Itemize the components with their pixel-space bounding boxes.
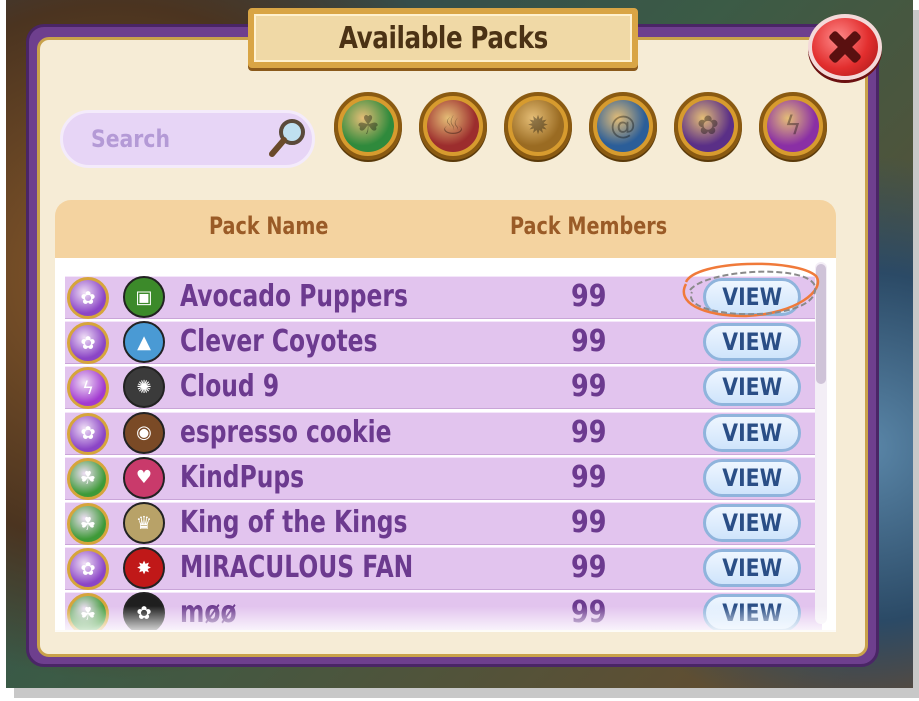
filter-lightning-button[interactable]: ϟ	[759, 92, 827, 160]
pack-member-count: 99	[571, 459, 607, 495]
pack-emblem-icon: ✿	[123, 592, 165, 630]
pack-member-count: 99	[571, 369, 607, 405]
fire-icon: ♨	[427, 100, 479, 152]
filter-water-button[interactable]: @	[589, 92, 657, 160]
pack-type-icon: ☘	[67, 593, 109, 630]
pack-name: Clever Coyotes	[180, 324, 378, 360]
pack-member-count: 99	[571, 324, 607, 360]
pack-type-icon: ✿	[67, 548, 109, 591]
table-row[interactable]: ☘ ✿ møø 99 VIEW	[65, 592, 822, 630]
table-row[interactable]: ✿ ✸ MIRACULOUS FAN 99 VIEW	[65, 547, 822, 591]
gear-icon: ✹	[512, 100, 564, 152]
pack-type-glyph: ϟ	[82, 377, 94, 399]
scrollbar[interactable]	[815, 262, 827, 624]
view-button-label: VIEW	[722, 463, 782, 492]
header-pack-name: Pack Name	[209, 212, 329, 240]
flower-icon: ✿	[682, 100, 734, 152]
pack-member-count: 99	[571, 505, 607, 540]
view-button-label: VIEW	[722, 509, 782, 537]
pack-member-count: 99	[571, 279, 607, 314]
pack-type-icon: ✿	[67, 277, 109, 319]
header-pack-members: Pack Members	[510, 212, 668, 240]
lightning-icon: ϟ	[767, 100, 819, 152]
water-glyph: @	[610, 111, 636, 141]
pack-type-icon: ✿	[67, 412, 109, 455]
view-button[interactable]: VIEW	[703, 549, 801, 588]
water-icon: @	[597, 100, 649, 152]
pack-emblem-icon: ✸	[123, 547, 165, 590]
flower-glyph: ✿	[697, 111, 719, 141]
scroll-thumb[interactable]	[816, 264, 826, 384]
view-button[interactable]: VIEW	[703, 594, 801, 630]
pack-name: KindPups	[180, 459, 305, 495]
pack-name: King of the Kings	[180, 505, 408, 540]
view-button[interactable]: VIEW	[703, 458, 801, 497]
filter-nature-button[interactable]: ☘	[334, 92, 402, 160]
table-row[interactable]: ☘ ♥ KindPups 99 VIEW	[65, 456, 822, 500]
view-button[interactable]: VIEW	[703, 323, 801, 362]
pack-emblem-icon: ✺	[123, 366, 165, 409]
pack-type-glyph: ✿	[80, 423, 96, 445]
fire-glyph: ♨	[441, 111, 465, 141]
view-button[interactable]: VIEW	[703, 413, 801, 452]
dialog-title: Available Packs	[338, 20, 548, 56]
view-button-label: VIEW	[722, 328, 782, 357]
view-button-label: VIEW	[722, 554, 782, 583]
filter-fire-button[interactable]: ♨	[419, 92, 487, 160]
table-row[interactable]: ☘ ♛ King of the Kings 99 VIEW	[65, 502, 822, 545]
pack-member-count: 99	[571, 550, 607, 586]
pack-name: MIRACULOUS FAN	[180, 550, 414, 586]
pack-type-glyph: ✿	[80, 558, 96, 580]
pack-emblem-icon: ◉	[123, 411, 165, 454]
table-row[interactable]: ✿ ◉ espresso cookie 99 VIEW	[65, 411, 822, 455]
search-placeholder: Search	[91, 125, 170, 153]
view-button[interactable]: VIEW	[703, 278, 801, 316]
view-button-label: VIEW	[722, 283, 782, 311]
pack-member-count: 99	[571, 595, 607, 630]
pack-type-icon: ☘	[67, 457, 109, 500]
pack-type-icon: ☘	[67, 503, 109, 545]
pack-name: møø	[180, 595, 237, 630]
lightning-glyph: ϟ	[784, 111, 802, 141]
filter-flower-button[interactable]: ✿	[674, 92, 742, 160]
table-row[interactable]: ✿ ▣ Avocado Puppers 99 VIEW	[65, 276, 822, 319]
pack-type-glyph: ☘	[79, 513, 97, 535]
pack-member-count: 99	[571, 414, 607, 450]
close-button[interactable]	[808, 14, 882, 80]
pack-type-glyph: ✿	[80, 332, 96, 354]
pack-list: ✿ ▣ Avocado Puppers 99 VIEW ✿ ▲ Clever Coyotes 9…	[55, 258, 836, 630]
view-button-label: VIEW	[722, 418, 782, 447]
pack-name: Avocado Puppers	[180, 279, 408, 314]
pack-emblem-icon: ▲	[123, 321, 165, 364]
view-button[interactable]: VIEW	[703, 504, 801, 542]
filter-gear-button[interactable]: ✹	[504, 92, 572, 160]
pack-emblem-icon: ♛	[123, 502, 165, 544]
nature-glyph: ☘	[356, 111, 380, 141]
table-row[interactable]: ϟ ✺ Cloud 9 99 VIEW	[65, 366, 822, 410]
nature-icon: ☘	[342, 100, 394, 152]
table-row[interactable]: ✿ ▲ Clever Coyotes 99 VIEW	[65, 321, 822, 365]
pack-type-glyph: ☘	[79, 603, 97, 625]
pack-type-icon: ϟ	[67, 367, 109, 410]
view-button-label: VIEW	[722, 599, 782, 628]
pack-name: Cloud 9	[180, 369, 280, 405]
view-button[interactable]: VIEW	[703, 368, 801, 407]
dialog-title-plate: Available Packs	[248, 8, 638, 68]
type-filter-bar: ☘ ♨ ✹ @ ✿ ϟ	[334, 92, 834, 164]
pack-type-glyph: ✿	[80, 287, 96, 309]
pack-emblem-icon: ▣	[123, 276, 165, 318]
search-icon[interactable]	[266, 116, 310, 160]
pack-name: espresso cookie	[180, 414, 392, 450]
table-header: Pack Name Pack Members	[55, 200, 836, 258]
gear-glyph: ✹	[527, 111, 549, 141]
pack-type-glyph: ☘	[79, 468, 97, 490]
view-button-label: VIEW	[722, 373, 782, 402]
pack-emblem-icon: ♥	[123, 456, 165, 499]
pack-type-icon: ✿	[67, 322, 109, 365]
